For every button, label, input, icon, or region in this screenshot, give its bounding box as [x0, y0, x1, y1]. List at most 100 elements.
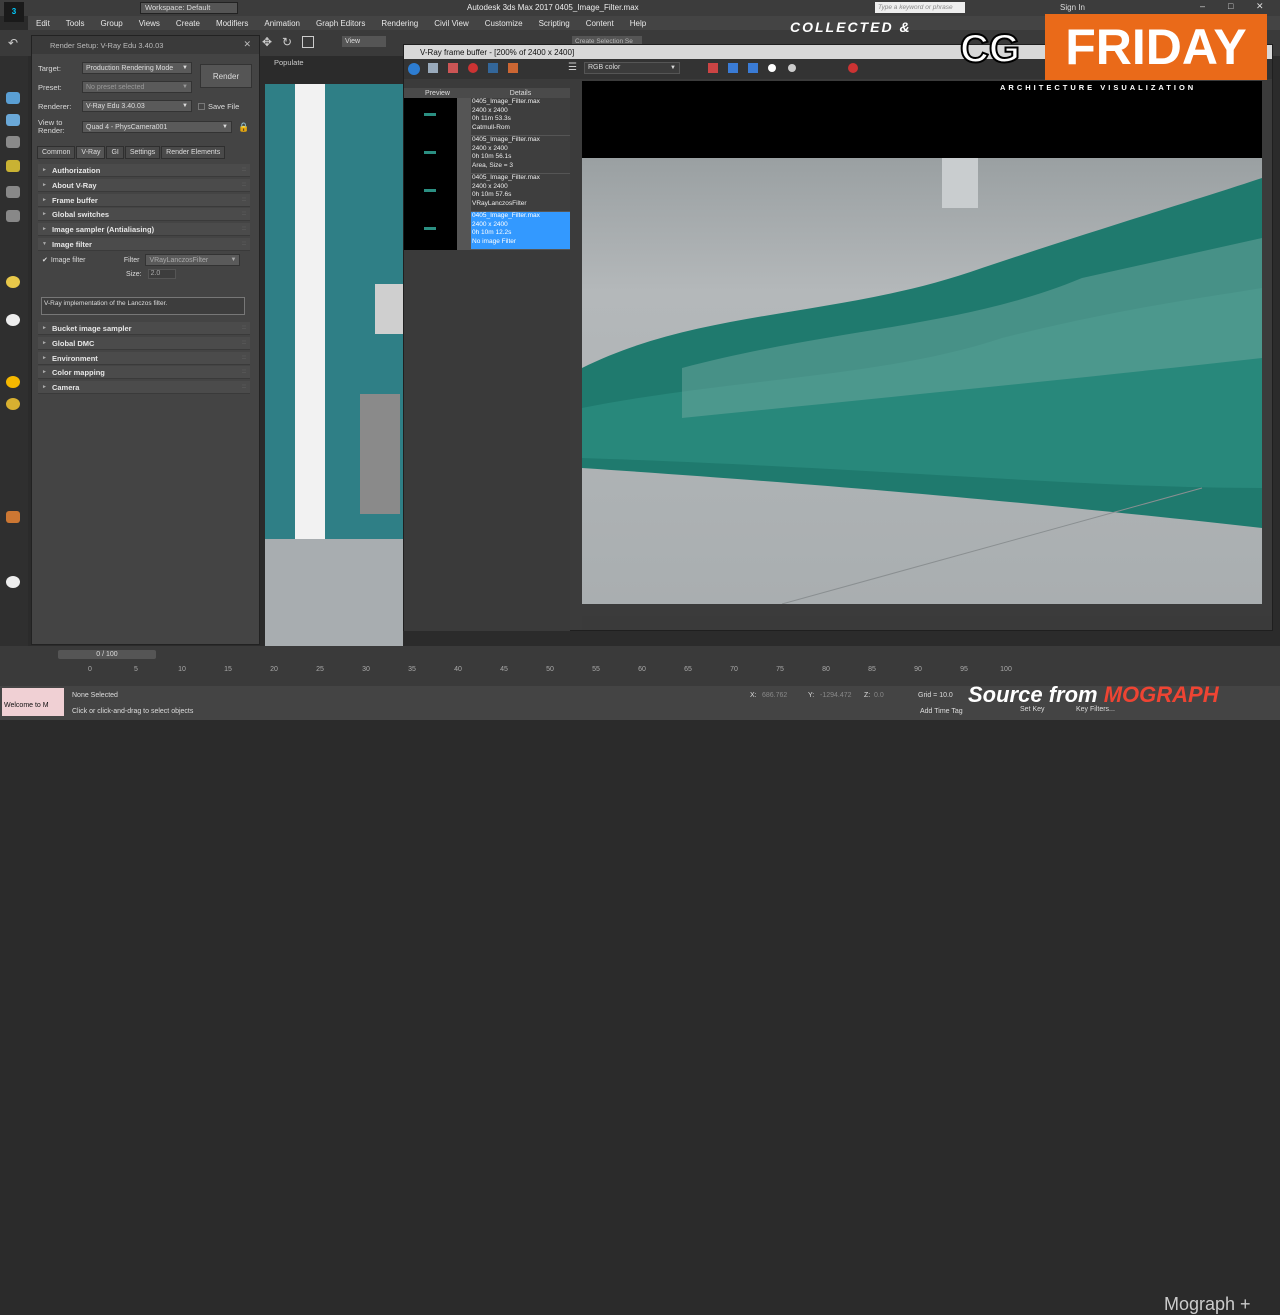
- rendered-image[interactable]: [582, 81, 1262, 604]
- rollout-environment[interactable]: ► Environment::: [38, 352, 250, 365]
- view-select[interactable]: Quad 4 - PhysCamera001 ▼: [82, 121, 232, 133]
- menu-scripting[interactable]: Scripting: [531, 19, 578, 28]
- image-filter-checkbox[interactable]: ✔: [42, 256, 48, 264]
- target-label: Target:: [38, 63, 61, 73]
- menu-group[interactable]: Group: [92, 19, 130, 28]
- green-channel-icon[interactable]: [728, 63, 738, 73]
- menu-help[interactable]: Help: [622, 19, 654, 28]
- populate-tab[interactable]: Populate: [274, 58, 304, 67]
- render-button[interactable]: Render: [200, 64, 252, 88]
- viewport-floor: [265, 539, 403, 646]
- timeline-ticks[interactable]: 0 5 10 15 20 25 30 35 40 45 50 55 60 65 …: [88, 666, 1012, 678]
- history-item[interactable]: 0405_Image_Filter.max 2400 x 2400 0h 10m 5…: [404, 136, 570, 174]
- rollout-image-sampler[interactable]: ► Image sampler (Antialiasing)::: [38, 223, 250, 236]
- add-time-tag-button[interactable]: Add Time Tag: [920, 708, 963, 715]
- motion-icon[interactable]: [6, 160, 20, 172]
- rollout-global-dmc[interactable]: ► Global DMC::: [38, 337, 250, 350]
- menu-edit[interactable]: Edit: [28, 19, 58, 28]
- rollout-frame-buffer[interactable]: ► Frame buffer::: [38, 194, 250, 207]
- create-icon[interactable]: [6, 92, 20, 104]
- tick-label: 95: [960, 666, 968, 673]
- rollout-about-vray[interactable]: ► About V-Ray::: [38, 179, 250, 192]
- move-icon[interactable]: ✥: [262, 35, 272, 49]
- render-setup-close-icon[interactable]: ✕: [243, 39, 251, 50]
- menu-customize[interactable]: Customize: [477, 19, 531, 28]
- tab-gi[interactable]: GI: [106, 146, 124, 159]
- minimize-icon[interactable]: –: [1200, 1, 1205, 11]
- hierarchy-icon[interactable]: [6, 136, 20, 148]
- undo-icon[interactable]: ↶: [8, 36, 18, 50]
- menu-views[interactable]: Views: [131, 19, 168, 28]
- perspective-viewport[interactable]: [265, 84, 403, 646]
- menu-icon[interactable]: ☰: [568, 62, 577, 73]
- sun-icon[interactable]: [6, 376, 20, 388]
- lock-icon[interactable]: 🔒: [238, 122, 249, 133]
- tick-label: 60: [638, 666, 646, 673]
- blue-channel-icon[interactable]: [748, 63, 758, 73]
- renderer-select[interactable]: V-Ray Edu 3.40.03 ▼: [82, 100, 192, 112]
- menu-animation[interactable]: Animation: [256, 19, 308, 28]
- time-slider[interactable]: 0 / 100: [58, 650, 156, 659]
- target-select[interactable]: Production Rendering Mode ▼: [82, 62, 192, 74]
- tab-vray[interactable]: V-Ray: [76, 146, 106, 159]
- search-input[interactable]: Type a keyword or phrase: [875, 2, 965, 13]
- menu-rendering[interactable]: Rendering: [373, 19, 426, 28]
- history-thumbnail: [404, 98, 457, 136]
- workspace-dropdown[interactable]: Workspace: Default: [140, 2, 238, 14]
- grid-size: Grid = 10.0: [918, 692, 953, 699]
- utilities-icon[interactable]: [6, 210, 20, 222]
- load-icon[interactable]: [448, 63, 458, 73]
- filter-select[interactable]: VRayLanczosFilter ▼: [145, 254, 241, 266]
- menu-graph-editors[interactable]: Graph Editors: [308, 19, 373, 28]
- history-item[interactable]: 0405_Image_Filter.max 2400 x 2400 0h 10m 5…: [404, 174, 570, 212]
- rollout-global-switches[interactable]: ► Global switches::: [38, 208, 250, 221]
- menu-tools[interactable]: Tools: [58, 19, 93, 28]
- menu-content[interactable]: Content: [578, 19, 622, 28]
- rotate-icon[interactable]: ↻: [282, 35, 292, 49]
- menu-create[interactable]: Create: [168, 19, 208, 28]
- history-toggle-icon[interactable]: [408, 63, 420, 75]
- size-spinner[interactable]: 2.0: [147, 269, 176, 279]
- rollout-image-filter[interactable]: ▼ Image filter::: [38, 238, 250, 251]
- compare-a-icon[interactable]: [488, 63, 498, 73]
- channel-select[interactable]: RGB color ▼: [584, 62, 680, 74]
- rollout-bucket-image-sampler[interactable]: ► Bucket image sampler::: [38, 322, 250, 335]
- close-icon[interactable]: ✕: [1256, 1, 1264, 12]
- compare-b-icon[interactable]: [508, 63, 518, 73]
- sphere-icon[interactable]: [6, 276, 20, 288]
- view-dropdown[interactable]: View: [342, 36, 386, 47]
- y-coordinate-field[interactable]: -1294.472: [820, 692, 852, 699]
- render-icon[interactable]: [848, 63, 858, 73]
- maxscript-listener[interactable]: Welcome to M: [2, 688, 64, 716]
- menu-modifiers[interactable]: Modifiers: [208, 19, 256, 28]
- rollout-color-mapping[interactable]: ► Color mapping::: [38, 366, 250, 379]
- tick-label: 50: [546, 666, 554, 673]
- history-item-selected[interactable]: 0405_Image_Filter.max 2400 x 2400 0h 10m 1…: [404, 212, 570, 250]
- display-icon[interactable]: [6, 186, 20, 198]
- red-channel-icon[interactable]: [708, 63, 718, 73]
- restore-icon[interactable]: □: [1228, 1, 1233, 11]
- save-icon[interactable]: [428, 63, 438, 73]
- material-icon[interactable]: [6, 576, 20, 588]
- save-file-checkbox[interactable]: [198, 102, 205, 110]
- z-coordinate-field[interactable]: 0.0: [874, 692, 884, 699]
- menu-civil-view[interactable]: Civil View: [426, 19, 477, 28]
- vray-sphere-icon[interactable]: [6, 398, 20, 410]
- light-icon[interactable]: [6, 314, 20, 326]
- tab-common[interactable]: Common: [37, 146, 76, 159]
- render-teapot-icon[interactable]: [6, 511, 20, 523]
- rollout-authorization[interactable]: ► Authorization::: [38, 164, 250, 177]
- history-item[interactable]: 0405_Image_Filter.max 2400 x 2400 0h 11m 5…: [404, 98, 570, 136]
- white-dot-icon[interactable]: [768, 64, 776, 72]
- tab-settings[interactable]: Settings: [124, 146, 161, 159]
- remove-icon[interactable]: [468, 63, 478, 73]
- app-logo[interactable]: 3: [4, 2, 24, 22]
- tab-render-elements[interactable]: Render Elements: [161, 146, 226, 159]
- x-coordinate-field[interactable]: 686.762: [762, 692, 787, 699]
- modify-icon[interactable]: [6, 114, 20, 126]
- rollout-camera[interactable]: ► Camera::: [38, 381, 250, 394]
- preset-select[interactable]: No preset selected ▼: [82, 81, 192, 93]
- scale-icon[interactable]: [302, 36, 314, 48]
- sign-in-link[interactable]: Sign In: [1060, 3, 1085, 12]
- grey-dot-icon[interactable]: [788, 64, 796, 72]
